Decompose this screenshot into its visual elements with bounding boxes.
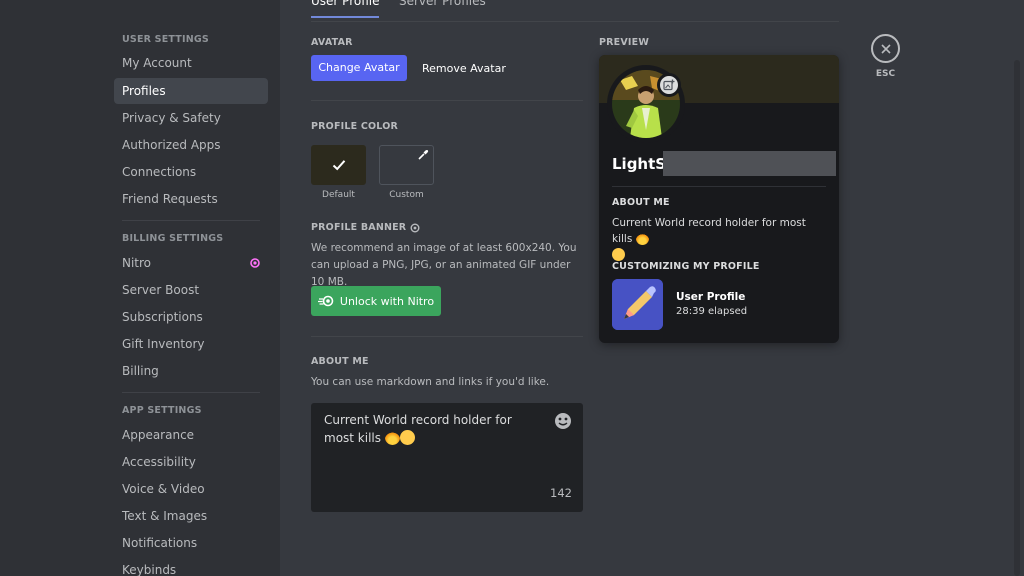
pencil-icon xyxy=(612,279,663,330)
profile-banner-label: PROFILE BANNER xyxy=(311,222,407,233)
activity-image xyxy=(612,279,663,330)
preview-label: PREVIEW xyxy=(599,37,650,48)
sidebar-item-text-images[interactable]: Text & Images xyxy=(114,503,268,529)
activity-elapsed: 28:39 elapsed xyxy=(676,306,748,317)
profile-color-label: PROFILE COLOR xyxy=(311,121,398,132)
sidebar-item-voice-video[interactable]: Voice & Video xyxy=(114,476,268,502)
preview-about-header: ABOUT ME xyxy=(612,197,670,208)
about-me-textarea[interactable]: Current World record holder for most kil… xyxy=(311,403,583,512)
avatar-section-label: AVATAR xyxy=(311,37,353,48)
sidebar-divider xyxy=(122,392,260,393)
sidebar-item-friend-requests[interactable]: Friend Requests xyxy=(114,186,268,212)
char-count: 142 xyxy=(550,486,572,500)
sidebar-divider xyxy=(122,220,260,221)
profile-banner-label-row: PROFILE BANNER xyxy=(311,222,420,233)
nitro-icon xyxy=(317,295,334,307)
sidebar-item-gift-inventory[interactable]: Gift Inventory xyxy=(114,331,268,357)
redacted-username-block xyxy=(663,151,836,176)
unlock-nitro-button[interactable]: Unlock with Nitro xyxy=(311,286,441,316)
sidebar-item-notifications[interactable]: Notifications xyxy=(114,530,268,556)
nitro-icon xyxy=(250,258,260,268)
unlock-nitro-label: Unlock with Nitro xyxy=(339,294,435,308)
sidebar-item-accessibility[interactable]: Accessibility xyxy=(114,449,268,475)
sidebar-item-label: Nitro xyxy=(122,256,152,270)
sidebar-item-nitro[interactable]: Nitro xyxy=(114,250,268,276)
sidebar-item-profiles[interactable]: Profiles xyxy=(114,78,268,104)
sidebar-item-authorized-apps[interactable]: Authorized Apps xyxy=(114,132,268,158)
sidebar-item-billing[interactable]: Billing xyxy=(114,358,268,384)
yum-emoji-icon xyxy=(612,248,625,261)
default-color-label: Default xyxy=(322,190,355,200)
billing-settings-header: BILLING SETTINGS xyxy=(122,233,224,244)
user-settings-header: USER SETTINGS xyxy=(122,34,209,45)
preview-username: LightS xyxy=(612,155,667,173)
remove-avatar-button[interactable]: Remove Avatar xyxy=(422,62,506,75)
activity-title: User Profile xyxy=(676,291,746,303)
avatar-edit-button[interactable] xyxy=(657,73,681,97)
sidebar-item-connections[interactable]: Connections xyxy=(114,159,268,185)
sidebar-item-my-account[interactable]: My Account xyxy=(114,50,268,76)
customizing-header: CUSTOMIZING MY PROFILE xyxy=(612,261,760,272)
change-avatar-button[interactable]: Change Avatar xyxy=(311,55,407,81)
preview-about-text: Current World record holder for most kil… xyxy=(612,215,828,263)
about-me-label: ABOUT ME xyxy=(311,356,369,367)
profile-preview-card: LightS ABOUT ME Current World record hol… xyxy=(599,55,839,343)
sidebar-item-privacy-safety[interactable]: Privacy & Safety xyxy=(114,105,268,131)
yum-emoji-icon xyxy=(399,430,415,445)
section-divider xyxy=(311,336,583,337)
profile-banner-description: We recommend an image of at least 600x24… xyxy=(311,242,577,288)
nitro-icon xyxy=(410,223,420,232)
add-image-icon xyxy=(663,79,675,91)
card-divider xyxy=(612,186,826,187)
fire-emoji-icon xyxy=(635,232,649,245)
close-settings-button[interactable] xyxy=(871,34,900,63)
sidebar-item-server-boost[interactable]: Server Boost xyxy=(114,277,268,303)
profile-tabs: User Profile Server Profiles xyxy=(311,0,839,22)
settings-sidebar: USER SETTINGS My Account Profiles Privac… xyxy=(0,0,280,576)
eyedropper-icon xyxy=(418,150,429,160)
scrollbar[interactable] xyxy=(1014,60,1020,576)
sidebar-item-appearance[interactable]: Appearance xyxy=(114,422,268,448)
about-me-value: Current World record holder for most kil… xyxy=(324,413,512,445)
custom-color-swatch[interactable] xyxy=(379,145,434,185)
sidebar-item-keybinds[interactable]: Keybinds xyxy=(114,557,268,576)
about-me-text: Current World record holder for most kil… xyxy=(324,411,534,447)
custom-color-label: Custom xyxy=(389,190,424,200)
sidebar-item-subscriptions[interactable]: Subscriptions xyxy=(114,304,268,330)
default-color-swatch[interactable] xyxy=(311,145,366,185)
about-me-hint: You can use markdown and links if you'd … xyxy=(311,376,550,388)
esc-label: ESC xyxy=(875,69,896,79)
section-divider xyxy=(311,100,583,101)
app-settings-header: APP SETTINGS xyxy=(122,405,202,416)
emoji-picker-icon[interactable] xyxy=(554,412,572,430)
fire-emoji-icon xyxy=(384,430,400,445)
close-icon xyxy=(880,43,891,54)
checkmark-icon xyxy=(332,160,345,171)
tab-user-profile[interactable]: User Profile xyxy=(311,0,380,18)
tab-server-profiles[interactable]: Server Profiles xyxy=(399,0,486,16)
